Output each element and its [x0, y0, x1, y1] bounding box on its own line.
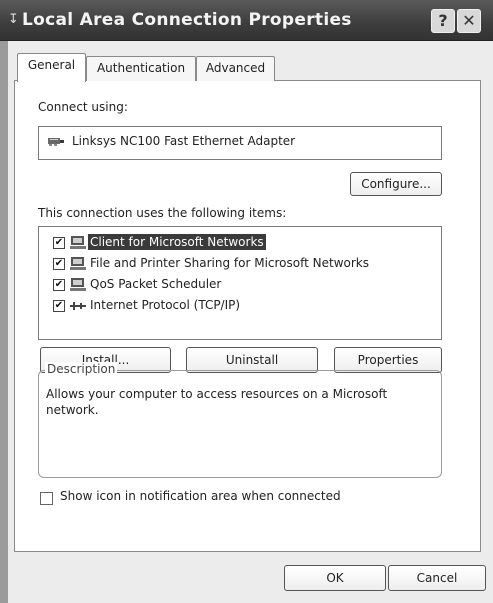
network-protocol-icon — [70, 302, 86, 310]
list-item-client-for-microsoft-networks[interactable]: Client for Microsoft Networks — [88, 234, 266, 250]
item-checkbox[interactable]: ✔ — [53, 300, 65, 312]
network-service-icon — [70, 257, 86, 270]
tab-advanced[interactable]: Advanced — [196, 56, 275, 81]
close-button[interactable]: ✕ — [457, 9, 481, 33]
list-item-qos-packet-scheduler[interactable]: QoS Packet Scheduler — [90, 276, 221, 292]
item-checkbox[interactable]: ✔ — [53, 237, 65, 249]
ok-button[interactable]: OK — [284, 565, 386, 591]
show-icon-checkbox[interactable] — [40, 492, 53, 505]
list-item-internet-protocol[interactable]: Internet Protocol (TCP/IP) — [90, 297, 240, 313]
description-text: Allows your computer to access resources… — [46, 387, 388, 417]
items-label: This connection uses the following items… — [38, 206, 287, 220]
tab-general[interactable]: General — [17, 53, 86, 82]
window-title: Local Area Connection Properties — [22, 10, 352, 30]
network-adapter-icon — [48, 138, 64, 146]
network-service-icon — [70, 278, 86, 291]
description-legend: Description — [45, 362, 118, 376]
connect-using-label: Connect using: — [38, 100, 128, 114]
item-checkbox[interactable]: ✔ — [53, 258, 65, 270]
cancel-button[interactable]: Cancel — [388, 565, 486, 591]
window-frame-left — [0, 41, 8, 603]
tab-authentication[interactable]: Authentication — [86, 56, 196, 81]
list-item-file-and-printer-sharing[interactable]: File and Printer Sharing for Microsoft N… — [90, 255, 369, 271]
show-icon-label[interactable]: Show icon in notification area when conn… — [60, 489, 341, 503]
network-connection-icon: ↧ — [8, 12, 19, 27]
adapter-name: Linksys NC100 Fast Ethernet Adapter — [72, 134, 296, 148]
configure-button[interactable]: Configure... — [350, 172, 442, 196]
help-button[interactable]: ? — [431, 9, 455, 33]
network-client-icon — [70, 236, 86, 249]
item-checkbox[interactable]: ✔ — [53, 279, 65, 291]
